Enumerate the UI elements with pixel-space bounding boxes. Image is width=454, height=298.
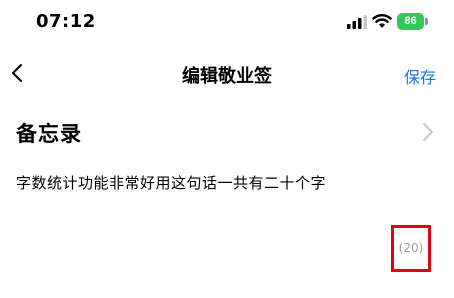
chevron-left-icon xyxy=(12,64,22,82)
page-title: 编辑敬业签 xyxy=(182,66,272,87)
cellular-signal-icon xyxy=(347,15,367,29)
note-content[interactable]: 字数统计功能非常好用这句话一共有二十个字 xyxy=(16,172,436,193)
note-category-row[interactable]: 备忘录 xyxy=(0,110,454,156)
chevron-right-icon xyxy=(423,123,433,141)
battery-icon: 86 xyxy=(397,13,429,30)
nav-bar: 编辑敬业签 保存 xyxy=(0,50,454,96)
wifi-icon xyxy=(372,14,392,28)
back-button[interactable] xyxy=(6,58,30,88)
char-count-highlight: (20) xyxy=(391,225,431,272)
status-time: 07:12 xyxy=(36,11,96,32)
status-bar: 07:12 86 xyxy=(0,0,454,44)
char-count: (20) xyxy=(398,241,424,255)
note-title: 备忘录 xyxy=(16,122,82,146)
battery-level: 86 xyxy=(397,13,424,30)
save-button[interactable]: 保存 xyxy=(404,64,436,88)
battery-cap xyxy=(425,18,428,25)
